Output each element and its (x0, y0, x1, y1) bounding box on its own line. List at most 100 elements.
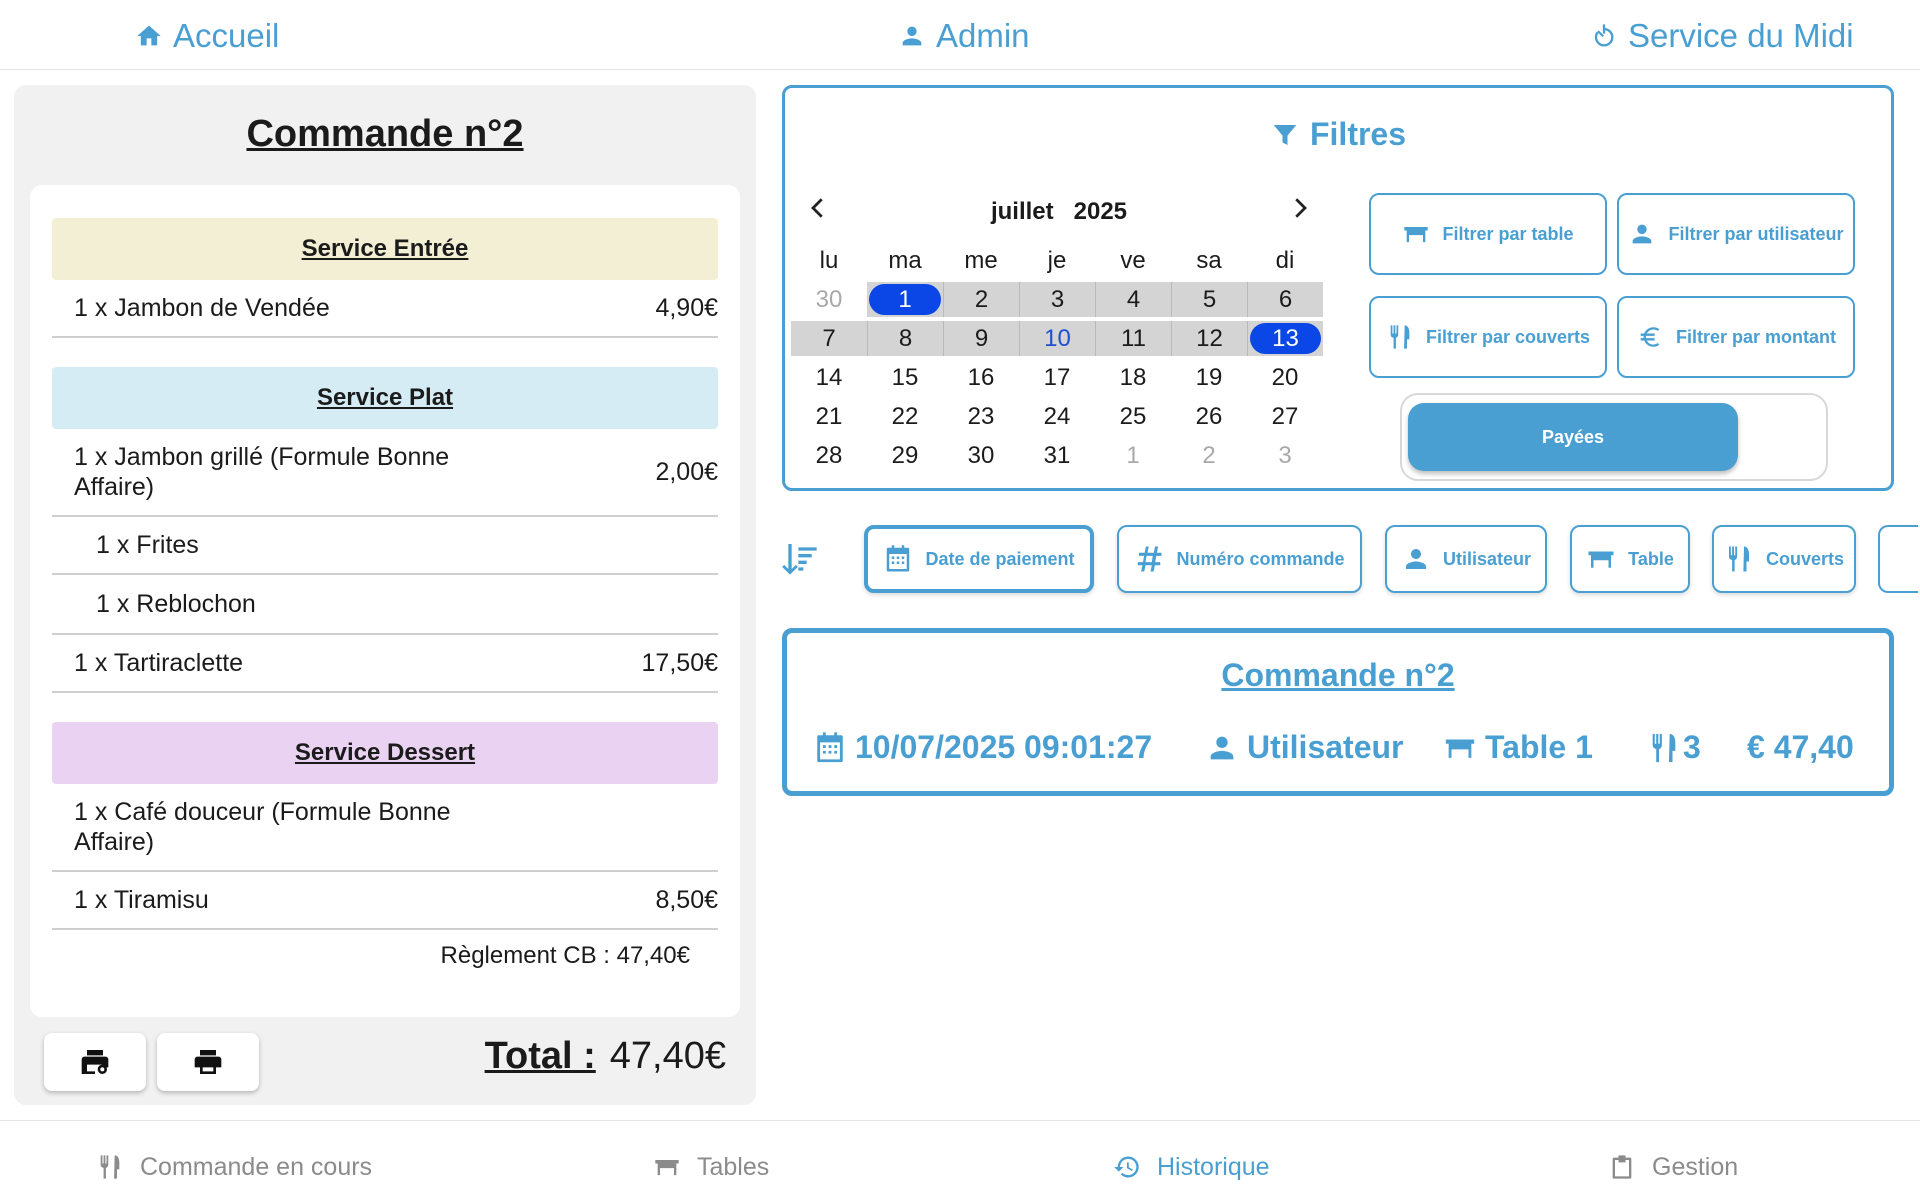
calendar-weekday: sa (1196, 246, 1222, 274)
order-item[interactable]: 1 x Jambon de Vendée 4,90€ (52, 280, 718, 338)
calendar-day[interactable]: 18 (1095, 360, 1171, 395)
calendar-day[interactable]: 17 (1019, 360, 1095, 395)
order-sub-item[interactable]: 1 x Frites (52, 517, 718, 575)
order-detail-panel: Commande n°2 Service Entrée 1 x Jambon d… (14, 85, 756, 1105)
table-icon (655, 1160, 679, 1176)
result-user: Utilisateur (1205, 729, 1403, 766)
filters-panel: Filtres juillet 2025 lu ma me je ve sa di 30 1 2 3… (782, 85, 1894, 491)
order-items-card: Service Entrée 1 x Jambon de Vendée 4,90… (30, 185, 740, 1017)
calendar-day[interactable]: 3 (1247, 438, 1323, 473)
item-price: 2,00€ (655, 457, 718, 486)
sort-by-covers-chip[interactable]: Couverts (1712, 525, 1856, 593)
calendar-day[interactable]: 9 (943, 321, 1019, 356)
calendar-day[interactable]: 14 (791, 360, 867, 395)
calendar-day[interactable]: 5 (1171, 282, 1247, 317)
filter-by-covers-button[interactable]: Filtrer par couverts (1369, 296, 1607, 378)
filters-title: Filtres (785, 116, 1891, 153)
calendar-year: 2025 (1073, 198, 1128, 225)
print-button[interactable] (157, 1033, 259, 1091)
calendar-weekday: ma (888, 246, 922, 274)
home-nav-item[interactable]: Accueil (135, 14, 279, 58)
result-datetime-value: 10/07/2025 09:01:27 (855, 729, 1153, 765)
calendar-day[interactable]: 6 (1247, 282, 1323, 317)
calendar-day[interactable]: 16 (943, 360, 1019, 395)
calendar-day[interactable]: 27 (1247, 399, 1323, 434)
sort-by-table-chip[interactable]: Table (1570, 525, 1690, 593)
sort-by-number-chip[interactable]: Numéro commande (1117, 525, 1362, 593)
calendar-day[interactable]: 19 (1171, 360, 1247, 395)
calendar-day[interactable]: 2 (1171, 438, 1247, 473)
filter-by-table-button[interactable]: Filtrer par table (1369, 193, 1607, 275)
sort-by-covers-label: Couverts (1765, 548, 1845, 569)
service-nav-item[interactable]: Service du Midi (1590, 14, 1854, 58)
home-label: Accueil (173, 17, 280, 54)
calendar-day[interactable]: 26 (1171, 399, 1247, 434)
admin-label: Admin (936, 17, 1030, 54)
tab-management[interactable]: Gestion (1608, 1147, 1738, 1187)
calendar-day[interactable]: 28 (791, 438, 867, 473)
print-preview-icon (81, 1050, 109, 1074)
sort-chip-overflow[interactable] (1878, 525, 1918, 593)
sort-descending-icon[interactable] (780, 538, 820, 580)
admin-nav-item[interactable]: Admin (898, 14, 1030, 58)
filter-by-amount-button[interactable]: Filtrer par montant (1617, 296, 1855, 378)
paid-toggle-knob: Payées (1408, 403, 1738, 471)
calendar-day[interactable]: 30 (791, 282, 867, 317)
item-name: 1 x Tartiraclette (74, 649, 244, 677)
order-title: Commande n°2 (246, 113, 524, 155)
calendar-day[interactable]: 24 (1019, 399, 1095, 434)
calendar-day[interactable]: 13 (1247, 321, 1323, 356)
calendar-grid: lu ma me je ve sa di 30 1 2 3 4 5 6 7 8 9 10 11 12 13 14 15 16 1… (791, 243, 1331, 477)
calendar-day[interactable]: 15 (867, 360, 943, 395)
filter-icon (1273, 124, 1297, 145)
calendar-weekday: je (1047, 246, 1067, 274)
calendar-day[interactable]: 1 (867, 282, 943, 317)
calendar-day[interactable]: 12 (1171, 321, 1247, 356)
calendar-day[interactable]: 7 (791, 321, 867, 356)
calendar-day[interactable]: 3 (1019, 282, 1095, 317)
calendar-day[interactable]: 31 (1019, 438, 1095, 473)
filter-by-amount-label: Filtrer par montant (1675, 326, 1836, 347)
tab-current-order[interactable]: Commande en cours (96, 1147, 372, 1187)
section-header-dessert: Service Dessert (52, 722, 718, 784)
calendar-day[interactable]: 10 (1019, 321, 1095, 356)
tab-history[interactable]: Historique (1113, 1147, 1270, 1187)
filter-by-user-label: Filtrer par utilisateur (1668, 223, 1844, 244)
order-item[interactable]: 1 x Café douceur (Formule Bonne Affaire) (52, 784, 718, 872)
calendar-day[interactable]: 8 (867, 321, 943, 356)
calendar-day[interactable]: 20 (1247, 360, 1323, 395)
section-header-entree: Service Entrée (52, 218, 718, 280)
filter-by-user-button[interactable]: Filtrer par utilisateur (1617, 193, 1855, 275)
user-icon (902, 26, 922, 46)
calendar-day[interactable]: 23 (943, 399, 1019, 434)
item-price: 17,50€ (641, 648, 718, 677)
bottom-navigation: Commande en cours Tables Historique Gest… (0, 1120, 1920, 1200)
order-item[interactable]: 1 x Jambon grillé (Formule Bonne Affaire… (52, 429, 718, 517)
calendar-day[interactable]: 29 (867, 438, 943, 473)
calendar-day[interactable]: 25 (1095, 399, 1171, 434)
calendar-day[interactable]: 22 (867, 399, 943, 434)
calendar-week-row: 21 22 23 24 25 26 27 (791, 399, 1331, 438)
order-item[interactable]: 1 x Tartiraclette 17,50€ (52, 635, 718, 693)
calendar-day[interactable]: 2 (943, 282, 1019, 317)
calendar-day[interactable]: 1 (1095, 438, 1171, 473)
filter-by-covers-label: Filtrer par couverts (1425, 326, 1591, 347)
sort-by-date-chip[interactable]: Date de paiement (864, 525, 1094, 593)
calendar-day[interactable]: 4 (1095, 282, 1171, 317)
result-amount-value: € 47,40 (1747, 729, 1854, 765)
calendar-day[interactable]: 21 (791, 399, 867, 434)
order-item[interactable]: 1 x Tiramisu 8,50€ (52, 872, 718, 930)
calendar-day[interactable]: 11 (1095, 321, 1171, 356)
sort-by-user-chip[interactable]: Utilisateur (1385, 525, 1547, 593)
order-sub-item[interactable]: 1 x Reblochon (52, 575, 718, 635)
calendar-day[interactable]: 30 (943, 438, 1019, 473)
home-icon (137, 25, 161, 46)
print-preview-button[interactable] (44, 1033, 146, 1091)
tab-tables[interactable]: Tables (653, 1147, 769, 1187)
order-result-card[interactable]: Commande n°2 10/07/2025 09:01:27 Utilisa… (782, 628, 1894, 796)
cutlery-icon (1390, 325, 1410, 349)
calendar-week-row: 14 15 16 17 18 19 20 (791, 360, 1331, 399)
chevron-right-icon[interactable] (1285, 193, 1315, 223)
paid-toggle[interactable]: Payées (1400, 393, 1828, 481)
result-amount: € 47,40 (1747, 729, 1854, 766)
